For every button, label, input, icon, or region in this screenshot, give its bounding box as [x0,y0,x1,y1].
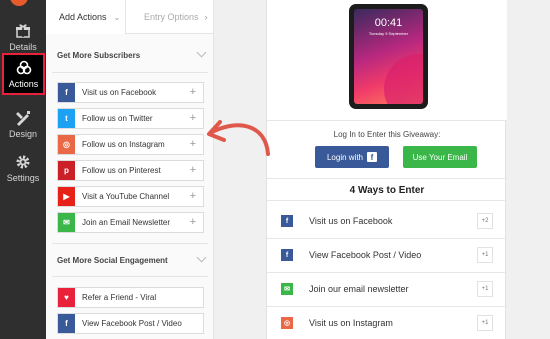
add-plus-icon[interactable]: + [190,216,196,228]
panel-tabs: Add Actions ⌄ Entry Options › [46,0,213,34]
email-icon: ✉ [281,283,293,295]
divider [267,306,507,307]
entry-points-badge: +2 [477,213,493,229]
action-label: Join an Email Newsletter [82,218,171,227]
facebook-icon: f [281,249,293,261]
divider [267,178,507,179]
divider [267,238,507,239]
design-icon [16,110,30,126]
rail-item-settings[interactable]: Settings [0,148,46,188]
twitter-icon: t [58,109,75,128]
add-plus-icon[interactable]: + [190,190,196,202]
section-title: Get More Social Engagement [57,255,168,265]
collapse-caret-icon [196,252,207,263]
login-facebook-label: Login with [326,152,364,162]
pinterest-icon: p [58,161,75,180]
rail-item-details[interactable]: Details [0,17,46,57]
action-label: Follow us on Pinterest [82,166,161,175]
app-logo [10,0,28,6]
rail-item-actions[interactable]: Actions [2,53,45,95]
rail-label-details: Details [9,41,37,52]
actions-icon [16,60,31,74]
tab-entry-options[interactable]: Entry Options › [132,0,214,34]
section-get-more-social-engagement[interactable]: Get More Social Engagement [46,249,214,271]
tab-entry-options-label: Entry Options [144,12,199,22]
divider [52,243,208,244]
entry-label: Visit us on Facebook [309,216,393,226]
tablet-date: Tuesday 9 September [368,31,409,36]
tablet-screen: 00:41 Tuesday 9 September [354,9,423,104]
chevron-down-icon: ⌄ [113,12,121,22]
youtube-icon: ▶ [58,187,75,206]
facebook-icon: f [281,215,293,227]
gear-icon [16,155,30,168]
giveaway-card: 00:41 Tuesday 9 September Log In to Ente… [266,0,507,339]
login-prompt: Log In to Enter this Giveaway: [333,130,441,139]
action-label: Follow us on Twitter [82,114,153,123]
rail-label-actions: Actions [8,78,39,89]
action-follow-instagram[interactable]: ◎ Follow us on Instagram + [57,134,204,155]
use-email-label: Use Your Email [412,152,468,162]
tab-add-actions[interactable]: Add Actions ⌄ [46,0,126,34]
email-icon: ✉ [58,213,75,232]
divider [267,200,507,201]
add-plus-icon[interactable]: + [190,164,196,176]
entry-join-newsletter[interactable]: ✉ Join our email newsletter +1 [273,274,501,304]
rail-label-design: Design [8,128,37,139]
entry-label: View Facebook Post / Video [309,250,422,260]
left-rail: Details Actions Design Settings [0,0,46,339]
prize-image: 00:41 Tuesday 9 September [267,0,507,120]
divider [267,272,507,273]
entry-visit-instagram[interactable]: ◎ Visit us on Instagram +1 [273,308,501,338]
giveaway-preview: 00:41 Tuesday 9 September Log In to Ente… [214,0,550,339]
action-visit-youtube[interactable]: ▶ Visit a YouTube Channel + [57,186,204,207]
action-follow-pinterest[interactable]: p Follow us on Pinterest + [57,160,204,181]
facebook-icon: f [58,314,75,333]
ways-to-enter-title: 4 Ways to Enter [349,185,425,196]
section-title: Get More Subscribers [57,50,141,60]
action-view-facebook-post[interactable]: f View Facebook Post / Video [57,313,204,334]
annotation-arrow-icon [207,120,270,156]
rail-item-design[interactable]: Design [0,104,46,144]
action-refer-friend[interactable]: ♥ Refer a Friend - Viral [57,287,204,308]
facebook-icon: f [367,152,378,162]
rail-label-settings: Settings [6,172,40,183]
entry-view-facebook-post[interactable]: f View Facebook Post / Video +1 [273,240,501,270]
heart-icon: ♥ [58,288,75,307]
section-get-more-subscribers[interactable]: Get More Subscribers [46,44,214,66]
entry-label: Join our email newsletter [309,284,409,294]
gift-icon [16,23,30,38]
collapse-caret-icon [196,47,207,58]
divider [267,120,507,121]
action-follow-twitter[interactable]: t Follow us on Twitter + [57,108,204,129]
entry-visit-facebook[interactable]: f Visit us on Facebook +2 [273,206,501,236]
action-visit-facebook[interactable]: f Visit us on Facebook + [57,82,204,103]
instagram-icon: ◎ [58,135,75,154]
facebook-icon: f [58,83,75,102]
action-label: View Facebook Post / Video [82,319,182,328]
entry-points-badge: +1 [477,247,493,263]
instagram-icon: ◎ [281,317,293,329]
entry-points-badge: +1 [477,315,493,331]
tablet-time: 00:41 [374,17,403,29]
add-plus-icon[interactable]: + [190,112,196,124]
add-plus-icon[interactable]: + [190,138,196,150]
action-join-newsletter[interactable]: ✉ Join an Email Newsletter + [57,212,204,233]
wallpaper-shape [384,54,423,104]
action-label: Visit a YouTube Channel [82,192,170,201]
action-label: Follow us on Instagram [82,140,165,149]
divider [52,72,208,73]
use-email-button[interactable]: Use Your Email [403,146,477,168]
login-facebook-button[interactable]: Login with f [315,146,389,168]
divider [52,276,208,277]
entry-points-badge: +1 [477,281,493,297]
add-plus-icon[interactable]: + [190,86,196,98]
tab-add-actions-label: Add Actions [59,12,107,22]
entry-label: Visit us on Instagram [309,318,393,328]
tablet-image: 00:41 Tuesday 9 September [349,4,428,109]
chevron-right-icon: › [204,12,208,22]
actions-panel: Add Actions ⌄ Entry Options › Get More S… [46,0,214,339]
action-label: Refer a Friend - Viral [82,293,157,302]
action-label: Visit us on Facebook [82,88,157,97]
